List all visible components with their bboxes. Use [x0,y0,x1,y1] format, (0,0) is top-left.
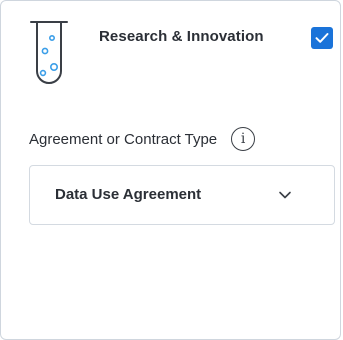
chevron-down-icon [279,191,291,199]
option-title: Research & Innovation [99,28,264,45]
option-checkbox[interactable] [311,27,333,49]
agreement-type-label-row: Agreement or Contract Type i [29,127,256,151]
agreement-type-select[interactable]: Data Use Agreement [29,165,335,225]
research-innovation-card[interactable]: Research & Innovation Agreement or Contr… [0,0,341,340]
agreement-type-label: Agreement or Contract Type [29,130,218,148]
agreement-type-selected-value: Data Use Agreement [55,186,202,203]
info-icon[interactable]: i [231,127,256,151]
checkmark-icon [315,33,329,43]
test-tube-icon [30,21,68,84]
